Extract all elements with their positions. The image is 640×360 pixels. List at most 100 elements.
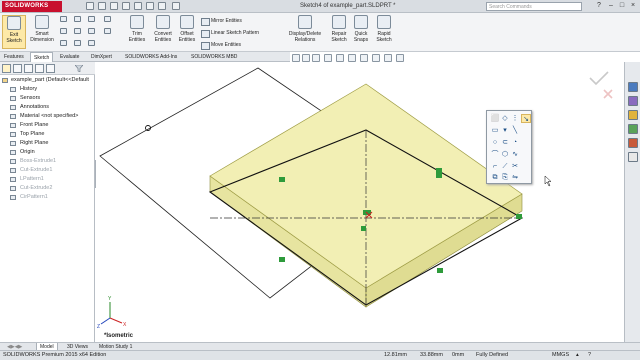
configurationmanager-tab-icon[interactable]	[24, 64, 33, 73]
tab-evaluate[interactable]: Evaluate	[57, 52, 82, 62]
convert-shortcut-icon[interactable]: ⎘	[500, 173, 510, 182]
tree-item[interactable]: Boss-Extrude1	[0, 157, 95, 166]
undo-icon[interactable]	[134, 2, 142, 10]
tree-root[interactable]: example_part (Default<<Default	[0, 76, 95, 85]
circle-tool-icon[interactable]	[60, 28, 67, 34]
tree-item[interactable]: Right Plane	[0, 139, 95, 148]
tab-dimxpert[interactable]: DimXpert	[88, 52, 115, 62]
status-chevron-icon[interactable]: ▴	[576, 351, 579, 360]
polygon-shortcut-icon[interactable]: ⬡	[500, 150, 510, 159]
exit-sketch-button[interactable]: Exit Sketch	[2, 15, 26, 49]
line-shortcut-icon[interactable]: ⬜	[490, 114, 500, 123]
save-icon[interactable]	[110, 2, 118, 10]
displaymanager-tab-icon[interactable]	[46, 64, 55, 73]
smart-dimension-button[interactable]: Smart Dimension	[28, 15, 56, 43]
dimension-shortcut-icon[interactable]: ◔	[510, 138, 520, 147]
line2-shortcut-icon[interactable]: ╲	[510, 126, 520, 135]
file-explorer-icon[interactable]	[628, 110, 638, 120]
previous-view-icon[interactable]	[312, 54, 320, 62]
apply-scene-icon[interactable]	[384, 54, 392, 62]
arrow-shortcut-icon[interactable]: ▾	[500, 126, 510, 135]
hide-show-items-icon[interactable]	[360, 54, 368, 62]
convert-entities-button[interactable]: Convert Entities	[150, 15, 176, 43]
tree-item[interactable]: LPattern1	[0, 175, 95, 184]
propertymanager-tab-icon[interactable]	[13, 64, 22, 73]
close-button[interactable]: ×	[628, 1, 638, 11]
text-tool-icon[interactable]	[88, 40, 95, 46]
mirror-entities-button[interactable]: Mirror Entities	[201, 15, 281, 27]
help-status-icon[interactable]: ?	[588, 351, 591, 360]
section-view-icon[interactable]	[324, 54, 332, 62]
tree-item[interactable]: CirPattern1	[0, 193, 95, 202]
graphics-area[interactable]: Y X Z ⬜ ◇ ⋮ ↘ ▭ ▾ ╲ ○ ⊂ ◔ ⌒ ⬡ ∿ ⌐ ⟋ ✂ ⧉ …	[96, 62, 624, 342]
tree-item[interactable]: Top Plane	[0, 130, 95, 139]
tree-item[interactable]: Cut-Extrude1	[0, 166, 95, 175]
tree-item[interactable]: Material <not specified>	[0, 112, 95, 121]
resources-icon[interactable]	[628, 82, 638, 92]
edit-appearance-icon[interactable]	[372, 54, 380, 62]
minimize-button[interactable]: –	[606, 1, 616, 11]
tree-item[interactable]: Sensors	[0, 94, 95, 103]
slot-shortcut-icon[interactable]: ⊂	[500, 138, 510, 147]
line-tool-icon[interactable]	[60, 16, 67, 22]
circle-shortcut-icon[interactable]: ○	[490, 138, 500, 147]
zoom-area-icon[interactable]	[302, 54, 310, 62]
display-style-icon[interactable]	[348, 54, 356, 62]
fillet-tool-icon[interactable]	[104, 16, 111, 22]
featuremanager-tab-icon[interactable]	[2, 64, 11, 73]
tree-item[interactable]: Annotations	[0, 103, 95, 112]
repair-sketch-button[interactable]: Repair Sketch	[328, 15, 350, 43]
open-icon[interactable]	[98, 2, 106, 10]
custom-properties-icon[interactable]	[628, 152, 638, 162]
arc-tool-icon[interactable]	[74, 28, 81, 34]
linear-sketch-pattern-button[interactable]: Linear Sketch Pattern	[201, 27, 281, 39]
tree-item[interactable]: Cut-Extrude2	[0, 184, 95, 193]
rebuild-icon[interactable]	[158, 2, 166, 10]
quick-snaps-button[interactable]: Quick Snaps	[350, 15, 372, 43]
display-delete-relations-button[interactable]: Display/Delete Relations	[284, 15, 326, 43]
rapid-sketch-button[interactable]: Rapid Sketch	[373, 15, 395, 43]
slot-tool-icon[interactable]	[88, 16, 95, 22]
rectangle-shortcut-icon[interactable]: ▭	[490, 126, 500, 135]
tree-item[interactable]: Front Plane	[0, 121, 95, 130]
spline-shortcut-icon[interactable]: ∿	[510, 150, 520, 159]
polygon-tool-icon[interactable]	[88, 28, 95, 34]
view-settings-icon[interactable]	[396, 54, 404, 62]
midpoint-shortcut-icon[interactable]: ⋮	[510, 114, 520, 123]
unit-system[interactable]: MMGS	[552, 351, 569, 360]
offset-shortcut-icon[interactable]: ⧉	[490, 173, 500, 182]
chamfer-shortcut-icon[interactable]: ⟋	[500, 162, 510, 171]
point-tool-icon[interactable]	[74, 40, 81, 46]
dimxpertmanager-tab-icon[interactable]	[35, 64, 44, 73]
smart-dimension-shortcut-icon[interactable]: ↘	[521, 114, 531, 123]
chamfer-tool-icon[interactable]	[104, 28, 111, 34]
tree-item[interactable]: History	[0, 85, 95, 94]
trim-entities-button[interactable]: Trim Entities	[124, 15, 150, 43]
tab-addins[interactable]: SOLIDWORKS Add-Ins	[122, 52, 180, 62]
tree-item[interactable]: Origin	[0, 148, 95, 157]
view-orientation-icon[interactable]	[336, 54, 344, 62]
rectangle-tool-icon[interactable]	[74, 16, 81, 22]
appearances-icon[interactable]	[628, 138, 638, 148]
select-icon[interactable]	[146, 2, 154, 10]
arc-shortcut-icon[interactable]: ⌒	[490, 150, 500, 159]
spline-tool-icon[interactable]	[60, 40, 67, 46]
solidworks-logo[interactable]: SOLIDWORKS	[2, 1, 62, 12]
maximize-button[interactable]: □	[617, 1, 627, 11]
help-icon[interactable]: ?	[594, 1, 604, 11]
print-icon[interactable]	[122, 2, 130, 10]
fillet-shortcut-icon[interactable]: ⌐	[490, 162, 500, 171]
tab-sketch[interactable]: Sketch	[30, 52, 54, 62]
design-library-icon[interactable]	[628, 96, 638, 106]
zoom-to-fit-icon[interactable]	[292, 54, 300, 62]
offset-entities-button[interactable]: Offset Entities	[176, 15, 198, 43]
centerline-shortcut-icon[interactable]: ◇	[500, 114, 510, 123]
mirror-shortcut-icon[interactable]: ⇋	[510, 173, 520, 182]
new-document-icon[interactable]	[86, 2, 94, 10]
search-commands-input[interactable]: Search Commands	[486, 2, 582, 11]
trim-shortcut-icon[interactable]: ✂	[510, 162, 520, 171]
options-icon[interactable]	[172, 2, 180, 10]
move-entities-button[interactable]: Move Entities	[201, 39, 281, 51]
tab-mbd[interactable]: SOLIDWORKS MBD	[188, 52, 240, 62]
filter-icon[interactable]	[75, 65, 83, 72]
